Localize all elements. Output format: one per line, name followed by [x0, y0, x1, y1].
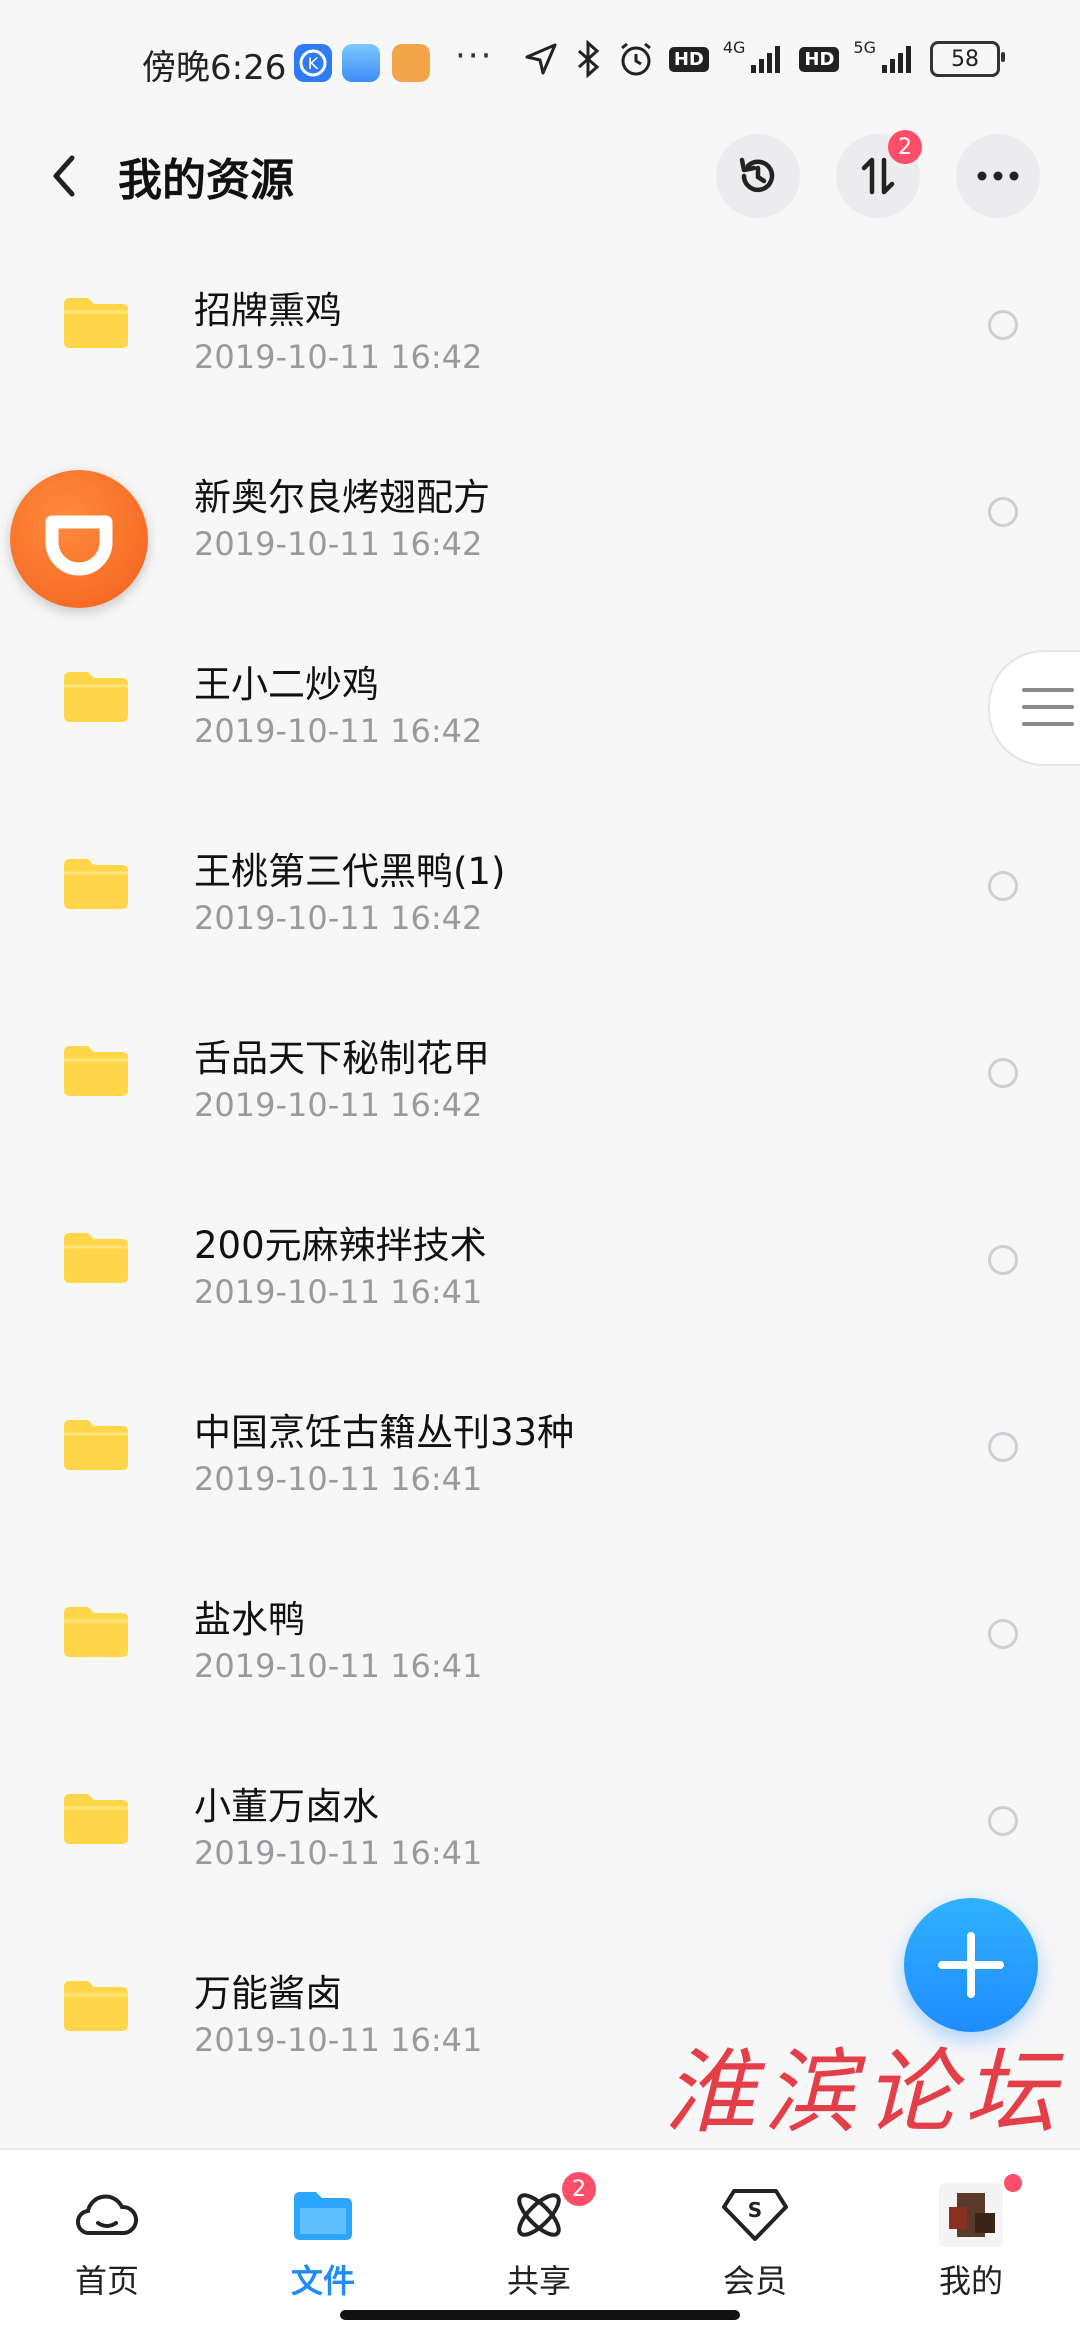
home-cloud-icon — [76, 2194, 138, 2236]
select-radio[interactable] — [988, 1058, 1018, 1088]
share-orbit-icon — [517, 2193, 561, 2237]
add-fab-button[interactable] — [904, 1898, 1038, 2032]
file-name: 盐水鸭 — [194, 1598, 305, 1641]
share-badge: 2 — [562, 2172, 596, 2206]
select-radio[interactable] — [988, 1806, 1018, 1836]
nav-share-label: 共享 — [506, 2262, 571, 2300]
location-icon — [525, 43, 557, 75]
alarm-icon — [620, 42, 651, 76]
more-icon — [977, 171, 1019, 181]
files-folder-icon — [294, 2192, 352, 2240]
menu-lines-icon — [1022, 688, 1074, 726]
back-arrow-icon[interactable] — [44, 148, 84, 204]
folder-icon — [64, 1046, 128, 1096]
select-radio[interactable] — [988, 1432, 1018, 1462]
status-time: 傍晚6:26 — [142, 48, 287, 88]
file-row[interactable]: 王小二炒鸡 2019-10-11 16:42 — [0, 614, 1080, 801]
file-row[interactable]: 200元麻辣拌技术 2019-10-11 16:41 — [0, 1175, 1080, 1362]
nav-mine-label: 我的 — [938, 2262, 1003, 2300]
file-row[interactable]: 新奥尔良烤翅配方 2019-10-11 16:42 — [0, 427, 1080, 614]
signal-icon-2 — [882, 46, 911, 73]
folder-icon — [64, 859, 128, 909]
nav-files[interactable]: 文件 — [248, 2180, 398, 2302]
user-avatar-icon — [939, 2183, 1003, 2247]
network-5g-label: 5G — [853, 37, 876, 57]
nav-home-label: 首页 — [74, 2262, 139, 2300]
select-radio[interactable] — [988, 1619, 1018, 1649]
folder-icon — [64, 1981, 128, 2031]
file-date: 2019-10-11 16:41 — [194, 1273, 483, 1311]
file-date: 2019-10-11 16:42 — [194, 525, 483, 563]
home-indicator — [340, 2310, 740, 2320]
svg-text:S: S — [748, 2198, 762, 2222]
file-name: 舌品天下秘制花甲 — [194, 1037, 490, 1080]
file-date: 2019-10-11 16:41 — [194, 1834, 483, 1872]
select-radio[interactable] — [988, 497, 1018, 527]
file-name: 新奥尔良烤翅配方 — [194, 476, 490, 519]
history-button[interactable] — [716, 134, 800, 218]
file-date: 2019-10-11 16:41 — [194, 2021, 483, 2059]
file-date: 2019-10-11 16:41 — [194, 1460, 483, 1498]
file-name: 王桃第三代黑鸭(1) — [194, 850, 506, 893]
bluetooth-icon — [577, 40, 600, 78]
folder-icon — [64, 1420, 128, 1470]
vip-diamond-icon: S — [722, 2189, 788, 2241]
file-row[interactable]: 中国烹饪古籍丛刊33种 2019-10-11 16:41 — [0, 1362, 1080, 1549]
hd-badge: HD — [668, 46, 709, 72]
file-date: 2019-10-11 16:42 — [194, 712, 483, 750]
folder-icon — [64, 1233, 128, 1283]
svg-text:K: K — [308, 54, 319, 73]
folder-icon — [64, 1794, 128, 1844]
history-icon — [739, 157, 775, 193]
file-date: 2019-10-11 16:42 — [194, 338, 483, 376]
nav-vip[interactable]: S 会员 — [680, 2180, 830, 2302]
nav-vip-label: 会员 — [722, 2262, 787, 2300]
more-options-button[interactable] — [956, 134, 1040, 218]
hd-badge-2: HD — [799, 46, 840, 72]
top-app-bar: 我的资源 2 — [0, 120, 1080, 230]
notification-dot — [1004, 2174, 1022, 2192]
page-title: 我的资源 — [118, 155, 294, 206]
signal-icon — [751, 46, 781, 73]
file-row[interactable]: 招牌熏鸡 2019-10-11 16:42 — [0, 240, 1080, 427]
file-row[interactable]: 小董万卤水 2019-10-11 16:41 — [0, 1736, 1080, 1923]
nav-files-label: 文件 — [290, 2262, 355, 2300]
file-name: 王小二炒鸡 — [194, 663, 379, 706]
nav-share[interactable]: 2 共享 — [464, 2172, 614, 2302]
app-k-icon: K — [294, 44, 332, 82]
plus-icon — [938, 1932, 1004, 1998]
status-bar: 傍晚6:26 K ··· HD 4G HD 5G 58 — [0, 0, 1080, 120]
network-4g-label: 4G — [722, 37, 746, 57]
file-date: 2019-10-11 16:42 — [194, 1086, 483, 1124]
file-row[interactable]: 舌品天下秘制花甲 2019-10-11 16:42 — [0, 988, 1080, 1175]
folder-icon — [64, 1607, 128, 1657]
file-name: 200元麻辣拌技术 — [194, 1224, 487, 1267]
file-date: 2019-10-11 16:42 — [194, 899, 483, 937]
folder-icon — [64, 672, 128, 722]
file-row[interactable]: 王桃第三代黑鸭(1) 2019-10-11 16:42 — [0, 801, 1080, 988]
forum-watermark: 淮滨论坛 — [664, 2039, 1065, 2146]
file-name: 小董万卤水 — [194, 1785, 379, 1828]
file-row[interactable]: 盐水鸭 2019-10-11 16:41 — [0, 1549, 1080, 1736]
transfer-badge: 2 — [888, 130, 922, 164]
folder-icon — [64, 298, 128, 348]
transfer-button[interactable]: 2 — [836, 130, 922, 218]
select-radio[interactable] — [988, 1245, 1018, 1275]
battery-indicator: 58 — [930, 41, 1005, 77]
select-radio[interactable] — [988, 310, 1018, 340]
didi-logo-icon — [45, 515, 113, 576]
status-right-group: HD 4G HD 5G 58 — [523, 37, 1005, 78]
nav-home[interactable]: 首页 — [32, 2180, 182, 2302]
file-name: 中国烹饪古籍丛刊33种 — [194, 1411, 575, 1454]
app-orange-icon — [392, 44, 430, 82]
file-name: 招牌熏鸡 — [194, 289, 342, 332]
file-date: 2019-10-11 16:41 — [194, 1647, 483, 1685]
app-cloud-icon — [342, 44, 380, 82]
select-radio[interactable] — [988, 871, 1018, 901]
status-more-dots: ··· — [455, 36, 494, 76]
floating-didi-app-icon[interactable] — [10, 470, 148, 608]
file-name: 万能酱卤 — [194, 1972, 342, 2015]
nav-mine[interactable]: 我的 — [896, 2174, 1046, 2302]
file-list: 招牌熏鸡 2019-10-11 16:42 新奥尔良烤翅配方 2019-10-1… — [0, 240, 1080, 2110]
